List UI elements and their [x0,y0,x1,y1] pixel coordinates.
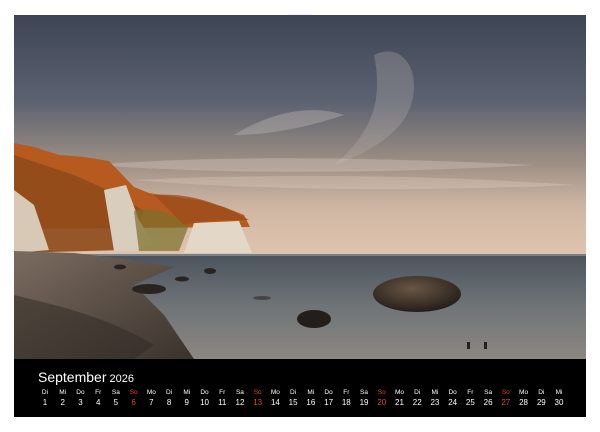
weekday-label: Mi [59,389,67,396]
weekday-label: Mo [394,389,404,396]
day-cell: So 6 [125,389,143,409]
weekday-label: Mo [146,389,156,396]
day-cell: Mo 28 [515,389,533,409]
day-cell: Do 3 [71,389,89,409]
day-number: 25 [465,398,475,407]
day-number: 10 [200,398,209,407]
day-number: 15 [288,398,298,407]
day-cell: Mo 14 [266,389,284,409]
day-number: 14 [270,398,280,407]
day-number: 26 [483,398,493,407]
weekday-label: Di [165,389,173,396]
month-name: September [38,369,107,385]
weekday-label: Fr [467,389,474,396]
weekday-label: Do [324,389,333,396]
day-row: Di 1 Mi 2 Do 3 Fr 4 Sa 5 So 6 Mo 7 Di 8 Mi 9 Do 10 Fr 11 Sa 12 S… [36,389,568,411]
day-cell: Mi 2 [54,389,72,409]
day-cell: Fr 11 [213,389,231,409]
day-number: 22 [412,398,422,407]
day-number: 19 [359,398,369,407]
day-number: 7 [149,398,154,407]
weekday-label: Di [414,389,421,396]
day-number: 28 [519,398,528,407]
day-cell: Di 8 [160,389,178,409]
chalk-cliffs-sea-photo [14,15,586,359]
month-heading: September 2026 [38,369,134,387]
weekday-label: Sa [360,389,368,396]
weekday-label: Mo [270,389,280,396]
weekday-label: Sa [111,389,120,396]
weekday-label: Mo [519,389,529,396]
year-label: 2026 [109,373,134,385]
day-number: 1 [42,398,48,407]
weekday-label: Di [538,389,545,396]
day-cell: Mi 16 [302,389,320,409]
weekday-label: Mi [307,389,315,396]
weekday-label: Di [41,389,49,396]
day-cell: Do 17 [320,389,338,409]
weekday-label: Sa [484,389,493,396]
day-number: 24 [448,398,458,407]
day-number: 17 [324,398,334,407]
weekday-label: Mi [183,389,191,396]
day-number: 8 [166,398,172,407]
weekday-label: Mi [431,389,439,396]
weekday-label: So [129,389,138,396]
day-number: 6 [131,398,136,407]
weekday-label: Fr [95,389,102,396]
calendar-strip: September 2026 Di 1 Mi 2 Do 3 Fr 4 Sa 5 So 6 Mo 7 Di 8 Mi… [14,359,586,417]
day-number: 5 [113,398,119,407]
day-cell: Do 10 [196,389,214,409]
day-cell: Fr 4 [89,389,107,409]
day-cell: Sa 26 [479,389,497,409]
day-number: 12 [235,398,245,407]
day-number: 20 [377,398,387,407]
weekday-label: So [501,389,510,396]
day-number: 16 [306,398,316,407]
day-cell: Di 29 [532,389,550,409]
weekday-label: Sa [235,389,244,396]
day-number: 11 [218,398,227,407]
day-number: 13 [253,398,263,407]
day-cell: Mo 7 [142,389,160,409]
weekday-label: Do [448,389,457,396]
day-cell: Fr 25 [461,389,479,409]
day-number: 21 [395,398,404,407]
day-cell: So 27 [497,389,515,409]
day-number: 2 [60,398,65,407]
day-cell: Sa 12 [231,389,249,409]
day-cell: Di 1 [36,389,54,409]
weekday-label: Do [200,389,209,396]
day-cell: Mo 21 [390,389,408,409]
weekday-label: Do [76,389,85,396]
weekday-label: Fr [343,389,350,396]
day-number: 4 [95,398,101,407]
day-number: 29 [536,398,546,407]
day-number: 30 [554,398,564,407]
day-cell: So 13 [249,389,267,409]
day-cell: Sa 5 [107,389,125,409]
weekday-label: So [253,389,262,396]
day-cell: Mi 9 [178,389,196,409]
day-cell: Fr 18 [337,389,355,409]
day-number: 3 [78,398,83,407]
day-cell: So 20 [373,389,391,409]
weekday-label: So [377,389,386,396]
day-cell: Do 24 [444,389,462,409]
day-cell: Mi 30 [550,389,568,409]
weekday-label: Di [290,389,297,396]
day-number: 23 [430,398,440,407]
day-cell: Mi 23 [426,389,444,409]
day-number: 9 [184,398,189,407]
day-cell: Sa 19 [355,389,373,409]
day-cell: Di 22 [408,389,426,409]
weekday-label: Fr [219,389,226,396]
day-number: 27 [501,398,511,407]
day-number: 18 [341,398,351,407]
day-cell: Di 15 [284,389,302,409]
calendar-photo [14,15,586,359]
weekday-label: Mi [555,389,563,396]
